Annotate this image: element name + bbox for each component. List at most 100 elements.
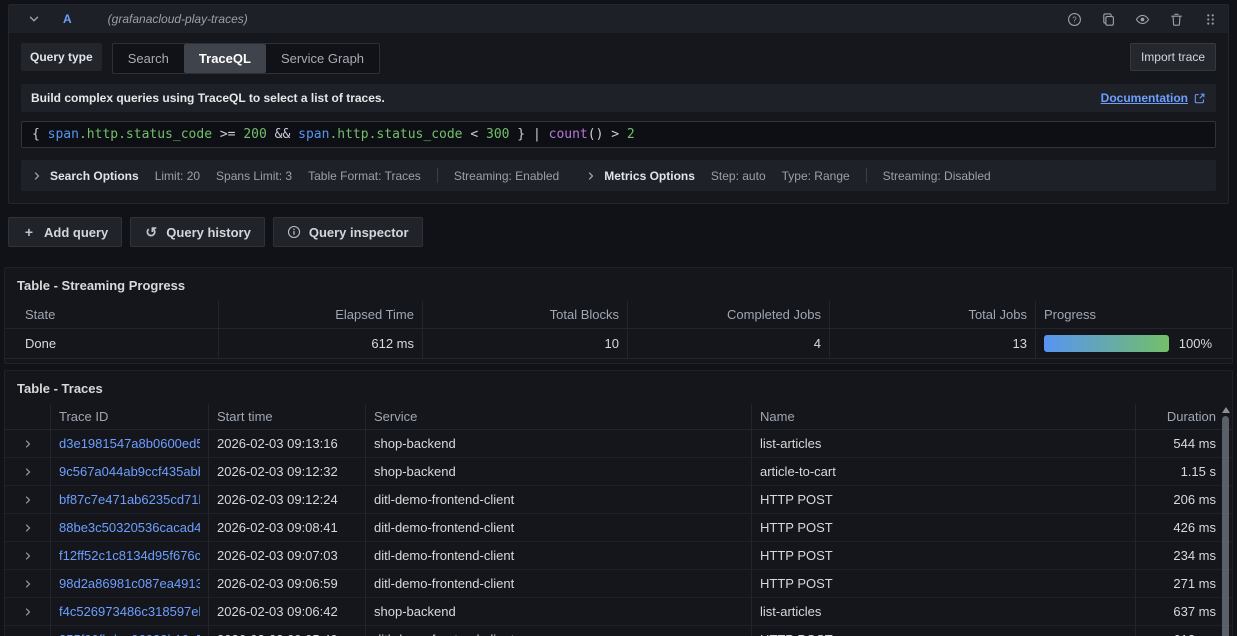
metrics-options-label: Metrics Options bbox=[604, 169, 695, 183]
expand-row-chevron-icon[interactable] bbox=[5, 514, 50, 541]
streaming-panel-title[interactable]: Table - Streaming Progress bbox=[5, 268, 1232, 301]
column-header-trace-id[interactable]: Trace ID bbox=[50, 404, 208, 429]
query-token: < bbox=[463, 127, 486, 142]
collapse-chevron-icon[interactable] bbox=[27, 12, 41, 26]
trace-id-link[interactable]: 355f00fbdae06028b10a79b3 bbox=[59, 632, 200, 636]
query-token: 300 bbox=[486, 127, 509, 142]
duration-cell: 612 ms bbox=[1135, 626, 1232, 636]
import-trace-button[interactable]: Import trace bbox=[1130, 43, 1216, 71]
trace-id-link[interactable]: d3e1981547a8b0600ed5c07 bbox=[59, 436, 200, 451]
column-header-service[interactable]: Service bbox=[365, 404, 751, 429]
traceql-hint-text: Build complex queries using TraceQL to s… bbox=[31, 91, 385, 105]
query-token: >= bbox=[212, 127, 243, 142]
search-options-toggle[interactable]: Search Options bbox=[31, 169, 139, 183]
traces-panel-title[interactable]: Table - Traces bbox=[5, 371, 1232, 404]
vertical-scrollbar[interactable] bbox=[1221, 407, 1230, 636]
traces-table-header: Trace ID Start time Service Name Duratio… bbox=[5, 404, 1232, 430]
query-ref-id: A bbox=[63, 12, 72, 26]
external-link-icon bbox=[1193, 92, 1206, 105]
query-token: count bbox=[549, 127, 588, 142]
start-time-cell: 2026-02-03 09:12:24 bbox=[208, 486, 365, 513]
eye-icon[interactable] bbox=[1135, 12, 1150, 27]
column-header-total-jobs[interactable]: Total Jobs bbox=[829, 301, 1035, 328]
add-query-button[interactable]: + Add query bbox=[8, 217, 122, 247]
expand-row-chevron-icon[interactable] bbox=[5, 458, 50, 485]
expand-row-chevron-icon[interactable] bbox=[5, 598, 50, 625]
trace-id-link[interactable]: f4c526973486c318597ebf27 bbox=[59, 604, 200, 619]
scrollbar-thumb[interactable] bbox=[1222, 416, 1229, 636]
total-blocks-cell: 10 bbox=[422, 329, 627, 358]
table-row: d3e1981547a8b0600ed5c07 2026-02-03 09:13… bbox=[5, 430, 1232, 458]
table-row: 9c567a044ab9ccf435abbda 2026-02-03 09:12… bbox=[5, 458, 1232, 486]
datasource-name: (grafanacloud-play-traces) bbox=[108, 12, 248, 26]
column-header-name[interactable]: Name bbox=[751, 404, 1135, 429]
metrics-options-toggle[interactable]: Metrics Options bbox=[585, 169, 695, 183]
query-type-toolbar: Query type Search TraceQL Service Graph … bbox=[21, 43, 1216, 74]
column-header-expand bbox=[5, 404, 50, 429]
table-row: 355f00fbdae06028b10a79b3 2026-02-03 09:0… bbox=[5, 626, 1232, 636]
query-inspector-button[interactable]: Query inspector bbox=[273, 217, 423, 247]
table-row: 98d2a86981c087ea4913f047 2026-02-03 09:0… bbox=[5, 570, 1232, 598]
column-header-state[interactable]: State bbox=[17, 301, 218, 328]
trace-id-link[interactable]: 9c567a044ab9ccf435abbda bbox=[59, 464, 200, 479]
expand-row-chevron-icon[interactable] bbox=[5, 430, 50, 457]
query-token: .http.status_code bbox=[329, 127, 462, 142]
tab-traceql[interactable]: TraceQL bbox=[184, 44, 266, 73]
query-token: && bbox=[267, 127, 298, 142]
trace-id-link[interactable]: bf87c7e471ab6235cd71b2ff0 bbox=[59, 492, 200, 507]
trace-id-link[interactable]: 88be3c50320536cacad4594 bbox=[59, 520, 200, 535]
query-token: > bbox=[603, 127, 626, 142]
progress-cell: 100% bbox=[1035, 329, 1220, 358]
column-header-start-time[interactable]: Start time bbox=[208, 404, 365, 429]
tab-search[interactable]: Search bbox=[113, 44, 184, 73]
chevron-right-icon bbox=[31, 170, 43, 182]
query-token: } bbox=[509, 127, 532, 142]
traceql-hint-bar: Build complex queries using TraceQL to s… bbox=[21, 84, 1216, 112]
query-token: 200 bbox=[243, 127, 266, 142]
documentation-link-label: Documentation bbox=[1101, 91, 1188, 105]
query-history-button[interactable]: ↺ Query history bbox=[130, 217, 265, 247]
table-row: f4c526973486c318597ebf27 2026-02-03 09:0… bbox=[5, 598, 1232, 626]
query-token: span bbox=[48, 127, 79, 142]
tab-service-graph[interactable]: Service Graph bbox=[266, 44, 379, 73]
streaming-table-header: State Elapsed Time Total Blocks Complete… bbox=[5, 301, 1232, 328]
traceql-query-input[interactable]: { span.http.status_code >= 200 && span.h… bbox=[21, 121, 1216, 148]
expand-row-chevron-icon[interactable] bbox=[5, 486, 50, 513]
query-type-label: Query type bbox=[21, 43, 102, 71]
help-icon[interactable]: ? bbox=[1067, 12, 1082, 27]
duplicate-icon[interactable] bbox=[1101, 12, 1116, 27]
column-header-completed-jobs[interactable]: Completed Jobs bbox=[627, 301, 829, 328]
query-token: 2 bbox=[627, 127, 635, 142]
documentation-link[interactable]: Documentation bbox=[1101, 91, 1206, 105]
column-header-duration[interactable]: Duration bbox=[1135, 404, 1232, 429]
column-header-progress[interactable]: Progress bbox=[1035, 301, 1220, 328]
option-table-format: Table Format: Traces bbox=[308, 169, 421, 183]
option-search-streaming: Streaming: Enabled bbox=[454, 169, 559, 183]
scroll-up-arrow-icon[interactable] bbox=[1222, 407, 1230, 413]
query-options-bar: Search Options Limit: 20 Spans Limit: 3 … bbox=[21, 160, 1216, 191]
trace-id-link[interactable]: f12ff52c1c8134d95f676c386 bbox=[59, 548, 200, 563]
duration-cell: 206 ms bbox=[1135, 486, 1232, 513]
trash-icon[interactable] bbox=[1169, 12, 1184, 27]
start-time-cell: 2026-02-03 09:05:49 bbox=[208, 626, 365, 636]
expand-row-chevron-icon[interactable] bbox=[5, 626, 50, 636]
query-token: { bbox=[32, 127, 48, 142]
duration-cell: 234 ms bbox=[1135, 542, 1232, 569]
duration-cell: 544 ms bbox=[1135, 430, 1232, 457]
table-row: 88be3c50320536cacad4594 2026-02-03 09:08… bbox=[5, 514, 1232, 542]
column-header-elapsed-time[interactable]: Elapsed Time bbox=[218, 301, 422, 328]
options-divider bbox=[866, 168, 867, 183]
service-cell: ditl-demo-frontend-client bbox=[365, 486, 751, 513]
option-spans-limit: Spans Limit: 3 bbox=[216, 169, 292, 183]
service-cell: ditl-demo-frontend-client bbox=[365, 570, 751, 597]
drag-handle-icon[interactable] bbox=[1203, 12, 1218, 27]
expand-row-chevron-icon[interactable] bbox=[5, 570, 50, 597]
total-jobs-cell: 13 bbox=[829, 329, 1035, 358]
service-cell: shop-backend bbox=[365, 458, 751, 485]
column-header-total-blocks[interactable]: Total Blocks bbox=[422, 301, 627, 328]
name-cell: HTTP POST bbox=[751, 486, 1135, 513]
expand-row-chevron-icon[interactable] bbox=[5, 542, 50, 569]
query-token: .http.status_code bbox=[79, 127, 212, 142]
trace-id-link[interactable]: 98d2a86981c087ea4913f047 bbox=[59, 576, 200, 591]
start-time-cell: 2026-02-03 09:06:59 bbox=[208, 570, 365, 597]
